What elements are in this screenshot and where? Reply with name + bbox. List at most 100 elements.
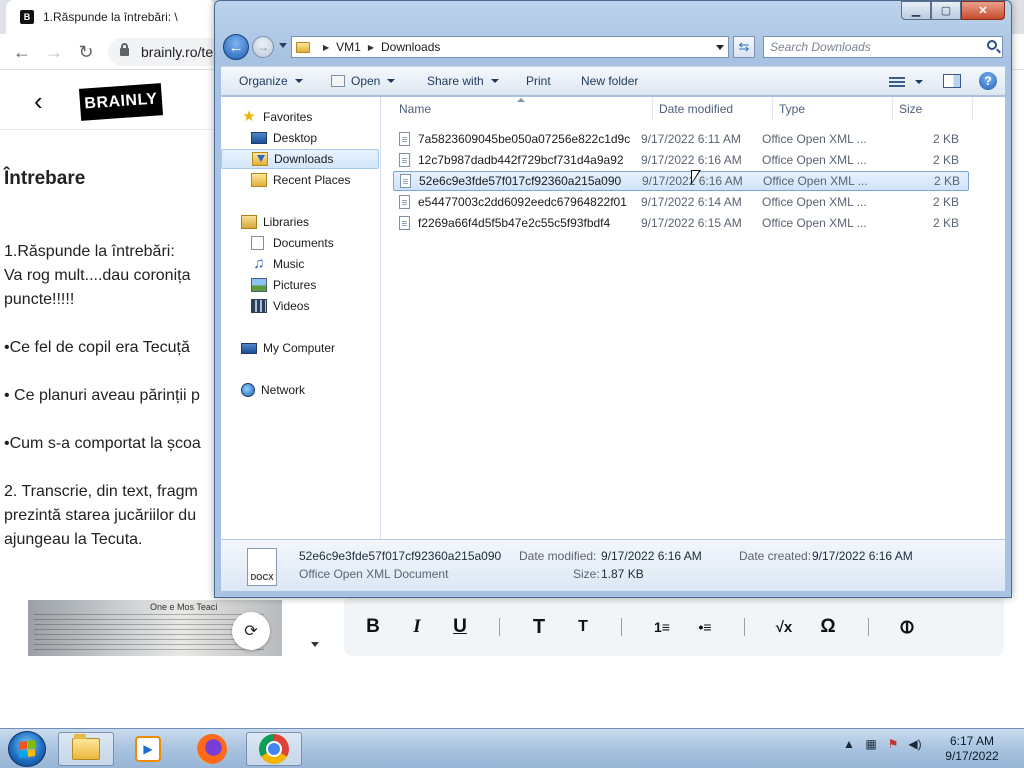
search-placeholder: Search Downloads	[770, 40, 871, 54]
details-modified-label: Date modified:	[519, 549, 597, 563]
nav-libraries[interactable]: Libraries	[221, 212, 379, 232]
camera-icon[interactable]: ⟳	[232, 612, 270, 650]
network-icon	[241, 383, 255, 397]
nav-videos[interactable]: Videos	[221, 296, 379, 316]
nav-pictures[interactable]: Pictures	[221, 275, 379, 295]
preview-pane-icon[interactable]	[943, 74, 961, 88]
heading-large-button[interactable]: T	[526, 614, 552, 640]
file-name: f2269a66f4d5f5b47e2c55c5f93fbdf4	[418, 216, 611, 230]
column-header-size[interactable]: Size	[893, 97, 973, 121]
bold-button[interactable]: B	[360, 614, 386, 640]
file-date-modified: 9/17/2022 6:14 AM	[641, 195, 742, 209]
forward-button[interactable]: →	[252, 36, 274, 58]
math-button[interactable]: √x	[771, 614, 797, 640]
breadcrumb-arrow-icon[interactable]: ▶	[368, 43, 374, 52]
folder-icon	[72, 734, 100, 760]
heading-small-button[interactable]: T	[570, 614, 596, 640]
volume-icon[interactable]: ◀)	[908, 737, 922, 751]
nav-network[interactable]: Network	[221, 380, 379, 400]
file-date-modified: 9/17/2022 6:16 AM	[641, 153, 742, 167]
breadcrumb-downloads[interactable]: Downloads	[381, 40, 440, 54]
print-button[interactable]: Print	[526, 74, 551, 88]
bullet-list-button[interactable]: •≡	[692, 614, 718, 640]
file-size: 2 KB	[932, 153, 959, 167]
views-icon[interactable]	[889, 75, 905, 87]
forward-arrow-icon[interactable]: →	[42, 40, 66, 64]
question-line: prezintă starea jucăriilor du	[4, 507, 197, 524]
taskbar-firefox[interactable]	[184, 732, 240, 766]
file-type: Office Open XML ...	[762, 153, 867, 167]
nav-my-computer[interactable]: My Computer	[221, 338, 379, 358]
help-icon[interactable]: ?	[979, 72, 997, 90]
breadcrumb-vm1[interactable]: VM1	[336, 40, 361, 54]
file-type: Office Open XML ...	[762, 195, 867, 209]
chevron-down-icon[interactable]	[915, 80, 923, 84]
file-type: Office Open XML ...	[762, 132, 867, 146]
file-row[interactable]: f2269a66f4d5f5b47e2c55c5f93fbdf4 9/17/202…	[393, 213, 969, 233]
open-button[interactable]: Open	[331, 74, 396, 88]
taskbar-media-player[interactable]: ▶	[120, 732, 176, 766]
reload-icon[interactable]: ↻	[74, 40, 98, 64]
browser-tab[interactable]: B 1.Răspunde la întrebări: \	[6, 0, 216, 34]
chevron-left-icon[interactable]: ‹	[34, 86, 43, 117]
symbol-button[interactable]: Ω	[815, 614, 841, 640]
question-line: •Ce fel de copil era Tecuță	[4, 339, 190, 356]
document-file-icon	[399, 216, 410, 230]
action-center-icon[interactable]: ⚑	[886, 737, 900, 751]
maximize-button[interactable]: ▢	[931, 1, 961, 20]
file-type: Office Open XML ...	[762, 216, 867, 230]
chevron-down-icon[interactable]	[311, 642, 319, 647]
breadcrumb-arrow-icon[interactable]: ▶	[323, 43, 329, 52]
file-row[interactable]: e54477003c2dd6092eedc67964822f01 9/17/202…	[393, 192, 969, 212]
show-hidden-icons-icon[interactable]: ▲	[842, 737, 856, 751]
explorer-address-bar[interactable]: ▶ VM1 ▶ Downloads	[291, 36, 729, 58]
firefox-icon	[197, 734, 227, 764]
details-created-label: Date created:	[739, 549, 812, 563]
sort-ascending-icon	[517, 98, 525, 102]
computer-icon	[241, 342, 257, 354]
search-icon[interactable]	[987, 40, 997, 50]
back-button[interactable]: ←	[223, 34, 249, 60]
toolbar-divider	[744, 618, 745, 636]
close-button[interactable]: ✕	[961, 1, 1005, 20]
nav-downloads[interactable]: Downloads	[221, 149, 379, 169]
start-button[interactable]	[8, 731, 46, 767]
nav-desktop[interactable]: Desktop	[221, 128, 379, 148]
column-header-date[interactable]: Date modified	[653, 97, 773, 121]
file-row[interactable]: 7a5823609045be050a07256e822c1d9c 9/17/202…	[393, 129, 969, 149]
column-header-type[interactable]: Type	[773, 97, 893, 121]
new-folder-button[interactable]: New folder	[581, 74, 638, 88]
organize-button[interactable]: Organize	[239, 74, 303, 88]
file-row[interactable]: 52e6c9e3fde57f017cf92360a215a090 9/17/202…	[393, 171, 969, 191]
brainly-logo[interactable]: BRAINLY	[78, 83, 164, 121]
taskbar-clock[interactable]: 6:17 AM 9/17/2022	[932, 734, 1012, 764]
italic-button[interactable]: I	[404, 614, 430, 640]
toolbar-divider	[499, 618, 500, 636]
question-line	[4, 360, 218, 384]
taskbar-explorer[interactable]	[58, 732, 114, 766]
libraries-icon	[241, 215, 257, 229]
network-status-icon[interactable]: ▦	[864, 737, 878, 751]
recent-pages-chevron-icon[interactable]	[279, 43, 287, 48]
clock-time: 6:17 AM	[949, 734, 995, 748]
question-line: puncte!!!!!	[4, 291, 75, 308]
numbered-list-button[interactable]: 1≡	[649, 614, 675, 640]
nav-documents[interactable]: Documents	[221, 233, 379, 253]
address-dropdown-icon[interactable]	[716, 45, 724, 50]
back-arrow-icon[interactable]: ←	[10, 40, 34, 64]
search-input[interactable]: Search Downloads	[763, 36, 1003, 58]
minimize-button[interactable]: ▁	[901, 1, 931, 20]
attach-button[interactable]: ⊘	[889, 609, 926, 646]
taskbar-chrome[interactable]	[246, 732, 302, 766]
question-line: Va rog mult....dau coronița	[4, 267, 191, 284]
question-line: • Ce planuri aveau părinții p	[4, 387, 200, 404]
file-row[interactable]: 12c7b987dadb442f729bcf731d4a9a92 9/17/202…	[393, 150, 969, 170]
details-pane: DOCX 52e6c9e3fde57f017cf92360a215a090 Of…	[221, 539, 1005, 591]
nav-recent-places[interactable]: Recent Places	[221, 170, 379, 190]
share-with-button[interactable]: Share with	[427, 74, 499, 88]
nav-music[interactable]: ♫ Music	[221, 254, 379, 274]
underline-button[interactable]: U	[447, 614, 473, 640]
windows-logo-icon	[19, 740, 35, 758]
refresh-button[interactable]: ⇆	[733, 36, 755, 58]
nav-favorites[interactable]: ★ Favorites	[221, 107, 379, 127]
